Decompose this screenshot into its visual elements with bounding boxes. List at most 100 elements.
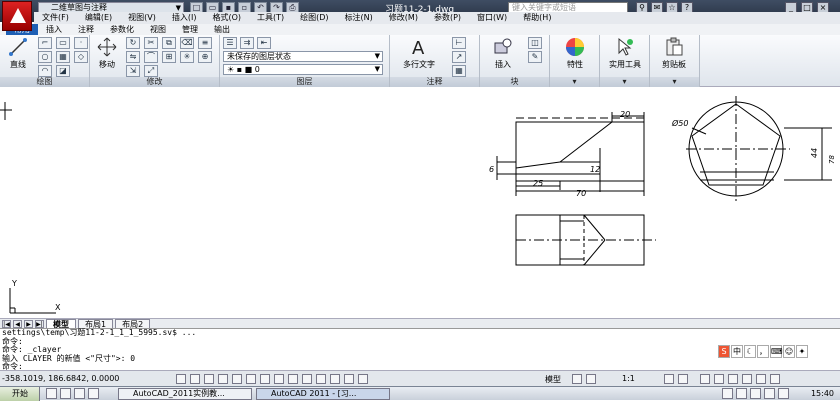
edit-block-icon[interactable]: ✎ [528, 51, 542, 63]
panel-draw-title[interactable]: 绘图 [0, 77, 89, 87]
layer-match-icon[interactable]: ⇉ [240, 37, 254, 49]
panel-modify-title[interactable]: 修改 [90, 77, 219, 87]
dynamic-input-icon[interactable] [288, 374, 298, 384]
media-icon[interactable] [74, 388, 85, 399]
layer-select[interactable]: ☀ ▪ ■ 0 ▼ [223, 64, 383, 75]
create-block-icon[interactable]: ◫ [528, 37, 542, 49]
quick-properties-icon[interactable] [330, 374, 340, 384]
mtext-button[interactable]: A 多行文字 [396, 37, 442, 70]
transparency-icon[interactable] [316, 374, 326, 384]
ime-punct-icon[interactable]: ， [757, 345, 769, 358]
panel-clipboard-title[interactable]: ▾ [650, 77, 699, 87]
command-line[interactable]: settings\temp\习题11-2-1_1_1_5995.sv$ ... … [0, 328, 840, 371]
infer-constraints-icon[interactable] [176, 374, 186, 384]
annotation-scale[interactable]: 1:1 [622, 374, 635, 383]
toolbar-lock-icon[interactable] [714, 374, 724, 384]
tab-layout2[interactable]: 布局2 [115, 318, 151, 329]
show-desktop-icon[interactable] [46, 388, 57, 399]
taskbar-clock[interactable]: 15:40 [811, 388, 834, 400]
polar-tracking-icon[interactable] [232, 374, 242, 384]
taskbar-item-autocad[interactable]: AutoCAD 2011 - [习... [256, 388, 390, 400]
region-icon[interactable]: ◇ [74, 51, 88, 63]
tray-update-icon[interactable] [778, 388, 789, 399]
explode-icon[interactable]: ✳ [180, 51, 194, 63]
layer-properties-icon[interactable]: ☰ [223, 37, 237, 49]
tab-insert[interactable]: 插入 [38, 24, 70, 35]
menu-modify[interactable]: 修改(M) [381, 12, 426, 24]
offset-icon[interactable]: ≡ [198, 37, 212, 49]
object-snap-icon[interactable] [246, 374, 256, 384]
tab-output[interactable]: 输出 [206, 24, 238, 35]
menu-view[interactable]: 视图(V) [120, 12, 164, 24]
first-tab-icon[interactable]: |◀ [2, 319, 11, 328]
line-button[interactable]: 直线 [4, 37, 32, 70]
panel-layer-title[interactable]: 图层 [220, 77, 389, 87]
ime-mode[interactable]: 中 [731, 345, 743, 358]
menu-draw[interactable]: 绘图(D) [292, 12, 336, 24]
rotate-icon[interactable]: ↻ [126, 37, 140, 49]
array-icon[interactable]: ⊞ [162, 51, 176, 63]
quick-view-drawings-icon[interactable] [586, 374, 596, 384]
point-icon[interactable]: · [74, 37, 88, 49]
tab-model[interactable]: 模型 [46, 318, 76, 329]
dimension-icon[interactable]: ⊢ [452, 37, 466, 49]
grid-display-icon[interactable] [204, 374, 214, 384]
start-button[interactable]: 开始 [0, 387, 40, 401]
scale-icon[interactable]: ⤢ [144, 65, 158, 77]
tab-parametric[interactable]: 参数化 [102, 24, 142, 35]
panel-annotation-title[interactable]: 注释 [390, 77, 479, 87]
quick-view-layouts-icon[interactable] [572, 374, 582, 384]
move-button[interactable]: 移动 [93, 37, 121, 70]
dynamic-ucs-icon[interactable] [274, 374, 284, 384]
ime-moon-icon[interactable]: ☾ [744, 345, 756, 358]
annotation-monitor-icon[interactable] [358, 374, 368, 384]
copy-icon[interactable]: ⧉ [162, 37, 176, 49]
menu-insert[interactable]: 插入(I) [164, 12, 205, 24]
menu-window[interactable]: 窗口(W) [469, 12, 515, 24]
panel-block-title[interactable]: 块 [480, 77, 549, 87]
tab-manage[interactable]: 管理 [174, 24, 206, 35]
isolate-objects-icon[interactable] [742, 374, 752, 384]
trim-icon[interactable]: ✂ [144, 37, 158, 49]
next-tab-icon[interactable]: ▶ [24, 319, 33, 328]
object-snap-tracking-icon[interactable] [260, 374, 270, 384]
tab-layout1[interactable]: 布局1 [78, 318, 114, 329]
menu-edit[interactable]: 编辑(E) [77, 12, 120, 24]
properties-button[interactable]: 特性 [558, 37, 592, 70]
panel-utilities-title[interactable]: ▾ [600, 77, 649, 87]
menu-format[interactable]: 格式(O) [204, 12, 249, 24]
rectangle-icon[interactable]: ▭ [56, 37, 70, 49]
auto-scale-icon[interactable] [678, 374, 688, 384]
gradient-icon[interactable]: ◪ [56, 65, 70, 77]
fillet-icon[interactable]: ⌒ [144, 51, 158, 63]
taskbar-item-document[interactable]: AutoCAD_2011实例教... [118, 388, 252, 400]
panel-properties-title[interactable]: ▾ [550, 77, 599, 87]
selection-cycling-icon[interactable] [344, 374, 354, 384]
polyline-icon[interactable]: ⌐ [38, 37, 52, 49]
layer-previous-icon[interactable]: ⇤ [257, 37, 271, 49]
clipboard-button[interactable]: 剪贴板 [654, 37, 694, 70]
table-icon[interactable]: ▦ [452, 65, 466, 77]
ime-settings-icon[interactable]: ✦ [796, 345, 808, 358]
layer-state-select[interactable]: 未保存的图层状态 ▼ [223, 51, 383, 62]
clean-screen-icon[interactable] [770, 374, 780, 384]
tray-volume-icon[interactable] [764, 388, 775, 399]
prev-tab-icon[interactable]: ◀ [13, 319, 22, 328]
tab-annotate[interactable]: 注释 [70, 24, 102, 35]
tray-ime-icon[interactable] [722, 388, 733, 399]
browser-icon[interactable] [60, 388, 71, 399]
ime-keyboard-icon[interactable]: ⌨ [770, 345, 783, 358]
status-menu-icon[interactable] [756, 374, 766, 384]
tab-view[interactable]: 视图 [142, 24, 174, 35]
explorer-icon[interactable] [88, 388, 99, 399]
ime-logo-icon[interactable]: S [718, 345, 730, 358]
menu-parametric[interactable]: 参数(P) [426, 12, 469, 24]
annotation-visibility-icon[interactable] [664, 374, 674, 384]
lineweight-icon[interactable] [302, 374, 312, 384]
utilities-button[interactable]: 实用工具 [603, 37, 647, 70]
menu-tools[interactable]: 工具(T) [249, 12, 292, 24]
stretch-icon[interactable]: ⇲ [126, 65, 140, 77]
menu-help[interactable]: 帮助(H) [515, 12, 559, 24]
arc-icon[interactable]: ◠ [38, 65, 52, 77]
workspace-switch-icon[interactable] [700, 374, 710, 384]
